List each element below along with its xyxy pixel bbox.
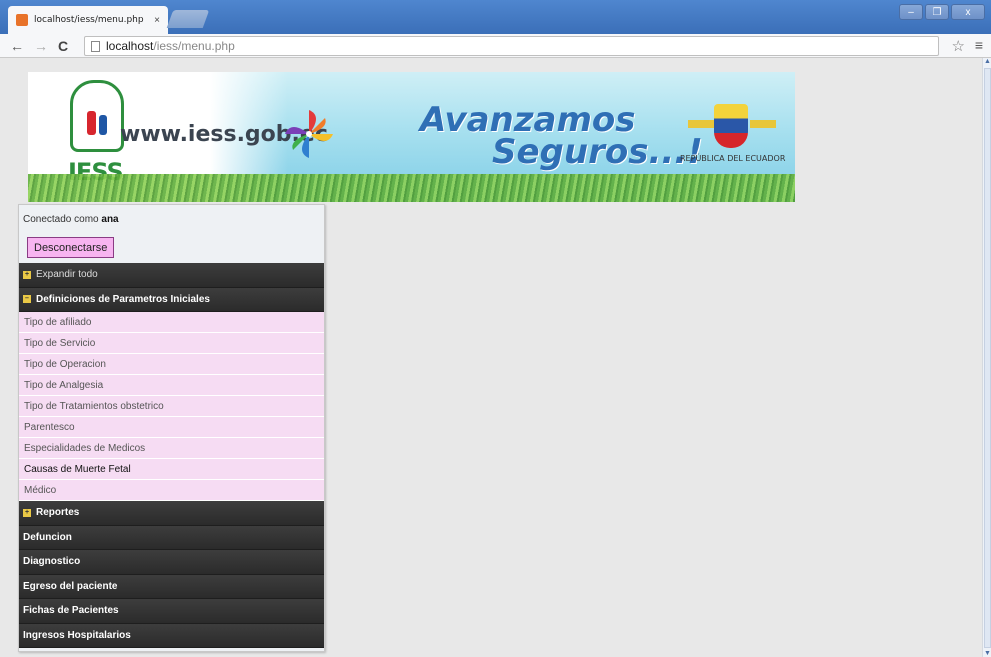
tab-close-icon[interactable]: × [154,15,160,26]
menu-item-medico[interactable]: Médico [19,480,324,501]
section-fichas-pacientes[interactable]: Fichas de Pacientes [19,599,324,624]
plus-box-icon: + [23,270,31,279]
pinwheel-icon [285,110,333,158]
section-reportes[interactable]: + Reportes [19,501,324,526]
accordion-menu: + Expandir todo – Definiciones de Parame… [19,263,324,648]
menu-item-especialidades[interactable]: Especialidades de Medicos [19,438,324,459]
section-definiciones[interactable]: – Definiciones de Parametros Iniciales [19,287,324,312]
url-path: /iess/menu.php [153,39,235,53]
menu-item-causas-muerte-fetal[interactable]: Causas de Muerte Fetal [19,459,324,480]
minimize-button[interactable]: – [899,4,923,20]
menu-item-tipo-afiliado[interactable]: Tipo de afiliado [19,312,324,333]
logout-button[interactable]: Desconectarse [27,237,115,258]
grass-decoration [28,174,795,202]
scroll-up-icon[interactable]: ▲ [983,58,991,65]
menu-item-tipo-servicio[interactable]: Tipo de Servicio [19,333,324,354]
forward-arrow-icon[interactable]: → [34,38,48,54]
close-window-button[interactable]: x [951,4,985,20]
username: ana [101,214,119,225]
section-defuncion[interactable]: Defuncion [19,525,324,550]
ecuador-coat-of-arms-icon [714,104,748,148]
sidebar-menu: Conectado como ana Desconectarse + Expan… [18,204,325,652]
section-ingresos-hospitalarios[interactable]: Ingresos Hospitalarios [19,623,324,648]
browser-titlebar: localhost/iess/menu.php × – ❐ x [0,0,991,34]
scroll-down-icon[interactable]: ▼ [983,650,991,657]
favicon-icon [16,14,28,26]
window-controls: – ❐ x [899,4,985,20]
browser-toolbar: ← → C localhost/iess/menu.php ☆ ≡ [0,34,991,58]
new-tab-button[interactable] [166,10,210,28]
country-label: REPÚBLICA DEL ECUADOR [680,154,786,163]
iess-hand-logo-icon [70,80,124,152]
minus-box-icon: – [23,295,31,304]
slogan-line-2: Seguros...! [492,132,703,172]
back-arrow-icon[interactable]: ← [10,38,24,54]
menu-item-parentesco[interactable]: Parentesco [19,417,324,438]
plus-box-icon: + [23,508,31,517]
section-egreso-paciente[interactable]: Egreso del paciente [19,574,324,599]
maximize-button[interactable]: ❐ [925,4,949,20]
iess-banner: IESS www.iess.gob.ec Avanzamos Seguros..… [28,72,795,202]
menu-item-tipo-tratamientos[interactable]: Tipo de Tratamientos obstetrico [19,396,324,417]
expand-all-button[interactable]: + Expandir todo [19,263,324,288]
menu-item-tipo-analgesia[interactable]: Tipo de Analgesia [19,375,324,396]
url-host: localhost [106,39,154,53]
browser-tab[interactable]: localhost/iess/menu.php × [8,6,168,34]
reload-icon[interactable]: C [58,38,68,54]
scrollbar-thumb[interactable] [984,68,991,648]
section-diagnostico[interactable]: Diagnostico [19,550,324,575]
address-bar[interactable]: localhost/iess/menu.php [84,36,939,56]
bookmark-star-icon[interactable]: ☆ [952,37,965,55]
tab-title: localhost/iess/menu.php [34,15,144,25]
page-icon [91,40,100,52]
browser-menu-icon[interactable]: ≡ [975,37,983,53]
menu-item-tipo-operacion[interactable]: Tipo de Operacion [19,354,324,375]
connected-as: Conectado como ana [23,214,119,225]
vertical-scrollbar[interactable]: ▲ ▼ [982,58,991,657]
